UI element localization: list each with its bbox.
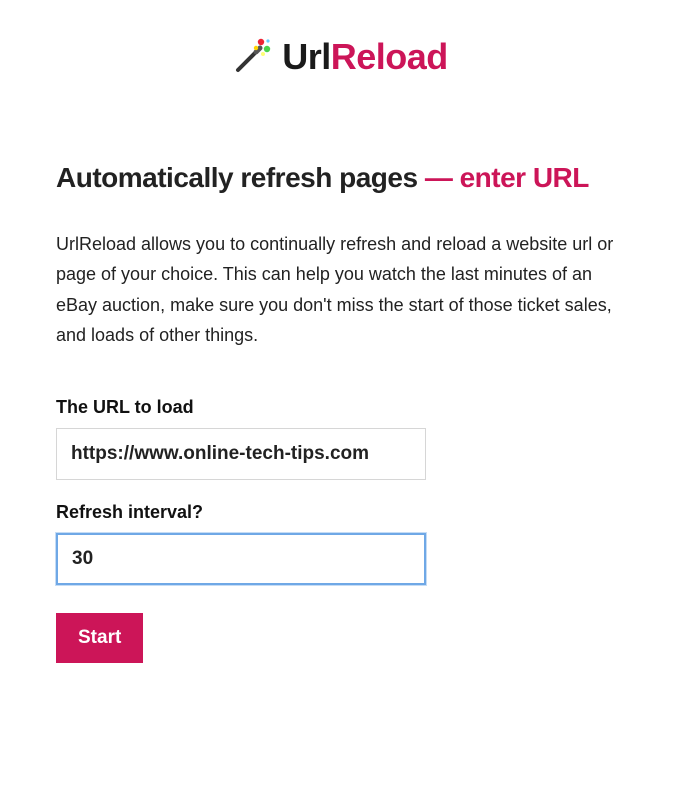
brand-name-first: Url — [282, 36, 331, 77]
magic-wand-icon — [232, 32, 276, 81]
logo-area: UrlReload — [56, 32, 624, 81]
headline-main: Automatically refresh pages — [56, 162, 425, 193]
start-button[interactable]: Start — [56, 613, 143, 663]
interval-field-label: Refresh interval? — [56, 502, 624, 523]
interval-input[interactable] — [56, 533, 426, 585]
page-headline: Automatically refresh pages — enter URL — [56, 161, 624, 195]
url-field-label: The URL to load — [56, 397, 624, 418]
brand-logo: UrlReload — [232, 32, 448, 81]
brand-name-second: Reload — [331, 36, 448, 77]
url-input[interactable] — [56, 428, 426, 480]
headline-accent: — enter URL — [425, 162, 589, 193]
main-container: UrlReload Automatically refresh pages — … — [0, 0, 680, 703]
interval-field-group: Refresh interval? — [56, 502, 624, 585]
page-description: UrlReload allows you to continually refr… — [56, 229, 624, 351]
brand-name: UrlReload — [282, 36, 448, 78]
url-field-group: The URL to load — [56, 397, 624, 480]
